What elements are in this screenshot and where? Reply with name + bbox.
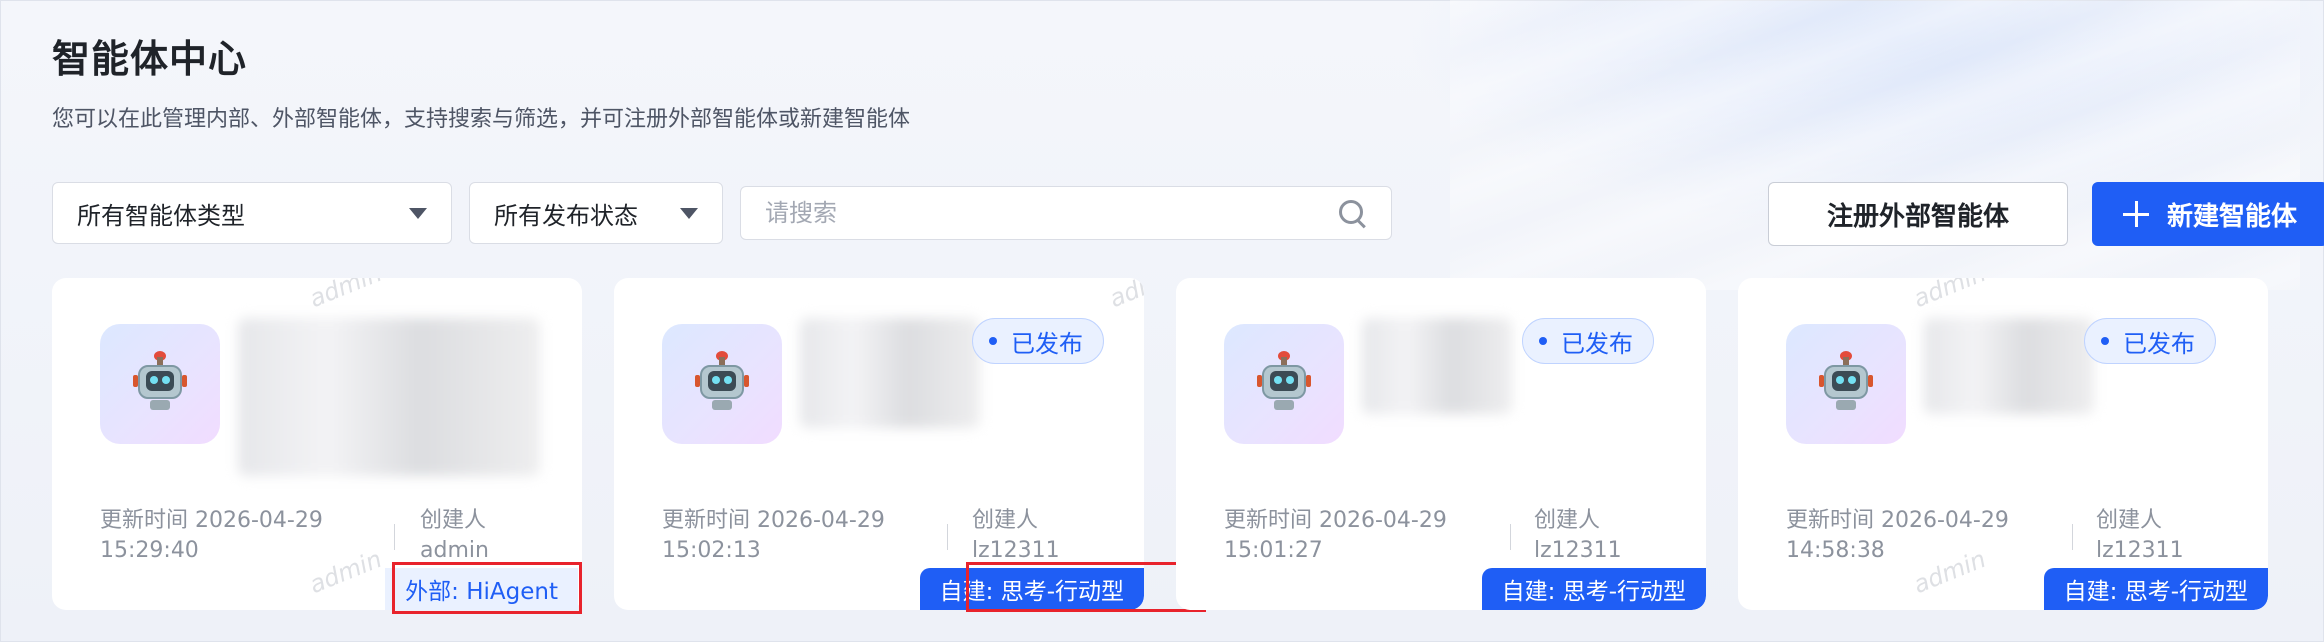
creator-label: 创建人 — [420, 508, 487, 533]
agent-card[interactable]: 已发布 更新时间 2026-04-29 15:02:13 创建人 lz12311… — [614, 278, 1206, 612]
agent-card-body: 已发布 更新时间 2026-04-29 14:58:38 创建人 lz12311… — [1738, 278, 2268, 610]
agent-card[interactable]: 已发布 更新时间 2026-04-29 14:58:38 创建人 lz12311… — [1738, 278, 2268, 610]
publish-status-select-value: 所有发布状态 — [494, 201, 638, 230]
highlight-box — [966, 562, 1206, 612]
meta-divider — [1510, 524, 1511, 550]
page-subtitle: 您可以在此管理内部、外部智能体，支持搜索与筛选，并可注册外部智能体或新建智能体 — [52, 107, 911, 132]
register-external-agent-button[interactable]: 注册外部智能体 — [1768, 182, 2068, 246]
creator-label: 创建人 — [1534, 508, 1601, 533]
status-badge: 已发布 — [972, 318, 1104, 364]
status-dot-icon — [2101, 337, 2109, 345]
register-external-agent-label: 注册外部智能体 — [1826, 201, 2009, 232]
meta-divider — [947, 524, 948, 550]
update-time-value: 15:29:40 — [100, 538, 199, 563]
robot-icon — [1819, 351, 1873, 411]
publish-status-select[interactable]: 所有发布状态 — [469, 182, 723, 244]
watermark-text: admin — [1909, 278, 1990, 314]
watermark-text: admin — [305, 278, 386, 314]
watermark-text: admin — [305, 544, 386, 600]
page-header: 智能体中心 您可以在此管理内部、外部智能体，支持搜索与筛选，并可注册外部智能体或… — [52, 28, 910, 133]
agent-card-body: 已发布 更新时间 2026-04-29 15:01:27 创建人 lz12311… — [1176, 278, 1706, 610]
creator-value: lz12311 — [972, 538, 1060, 563]
status-dot-icon — [1539, 337, 1547, 345]
watermark-text: admin — [1909, 544, 1990, 600]
status-badge-label: 已发布 — [2123, 329, 2195, 358]
agent-source-tag: 自建: 思考-行动型 — [1481, 568, 1706, 610]
toolbar: 所有智能体类型 所有发布状态 注册外部智能体 新建智能体 — [52, 182, 2324, 246]
decorative-wave — [1450, 0, 2300, 290]
update-time-value: 15:01:27 — [1224, 538, 1323, 563]
agent-avatar — [1786, 324, 1906, 444]
agent-avatar — [1224, 324, 1344, 444]
page-title: 智能体中心 — [52, 37, 248, 81]
status-badge: 已发布 — [2084, 318, 2216, 364]
search-box — [740, 186, 1392, 240]
agent-name-redacted — [800, 318, 980, 428]
robot-icon — [1257, 351, 1311, 411]
robot-icon — [133, 351, 187, 411]
update-time-label: 更新时间 2026-04-29 — [662, 508, 885, 533]
new-agent-button[interactable]: 新建智能体 — [2092, 182, 2324, 246]
status-badge: 已发布 — [1522, 318, 1654, 364]
agent-card[interactable]: 更新时间 2026-04-29 15:29:40 创建人 admin admin… — [52, 278, 582, 614]
agent-avatar — [100, 324, 220, 444]
search-input[interactable] — [765, 199, 1337, 227]
update-time-label: 更新时间 2026-04-29 — [100, 508, 323, 533]
meta-divider — [394, 524, 395, 550]
creator-value: admin — [420, 538, 489, 563]
update-time-value: 15:02:13 — [662, 538, 761, 563]
agent-name-redacted — [1924, 318, 2094, 414]
meta-divider — [2072, 524, 2073, 550]
plus-icon — [2122, 201, 2149, 227]
status-dot-icon — [989, 337, 997, 345]
agent-name-redacted — [238, 318, 540, 476]
robot-icon — [695, 351, 749, 411]
caret-down-icon — [409, 207, 427, 219]
agent-type-select[interactable]: 所有智能体类型 — [52, 182, 452, 244]
creator-label: 创建人 — [972, 508, 1039, 533]
caret-down-icon — [680, 207, 698, 219]
status-badge-label: 已发布 — [1011, 329, 1083, 358]
agent-name-redacted — [1362, 318, 1512, 414]
creator-label: 创建人 — [2096, 508, 2163, 533]
agent-card[interactable]: 已发布 更新时间 2026-04-29 15:01:27 创建人 lz12311… — [1176, 278, 1706, 610]
agent-card-body: 更新时间 2026-04-29 15:29:40 创建人 admin admin… — [52, 278, 582, 610]
creator-value: lz12311 — [1534, 538, 1622, 563]
agent-source-tag: 自建: 思考-行动型 — [2043, 568, 2268, 610]
agent-type-select-value: 所有智能体类型 — [77, 201, 245, 230]
new-agent-label: 新建智能体 — [2166, 201, 2297, 232]
agent-avatar — [662, 324, 782, 444]
status-badge-label: 已发布 — [1561, 329, 1633, 358]
search-icon[interactable] — [1337, 198, 1367, 228]
update-time-label: 更新时间 2026-04-29 — [1224, 508, 1447, 533]
creator-value: lz12311 — [2096, 538, 2184, 563]
watermark-text: admin — [1105, 278, 1144, 314]
update-time-label: 更新时间 2026-04-29 — [1786, 508, 2009, 533]
highlight-box — [392, 562, 582, 614]
update-time-value: 14:58:38 — [1786, 538, 1885, 563]
agent-card-body: 已发布 更新时间 2026-04-29 15:02:13 创建人 lz12311… — [614, 278, 1144, 610]
